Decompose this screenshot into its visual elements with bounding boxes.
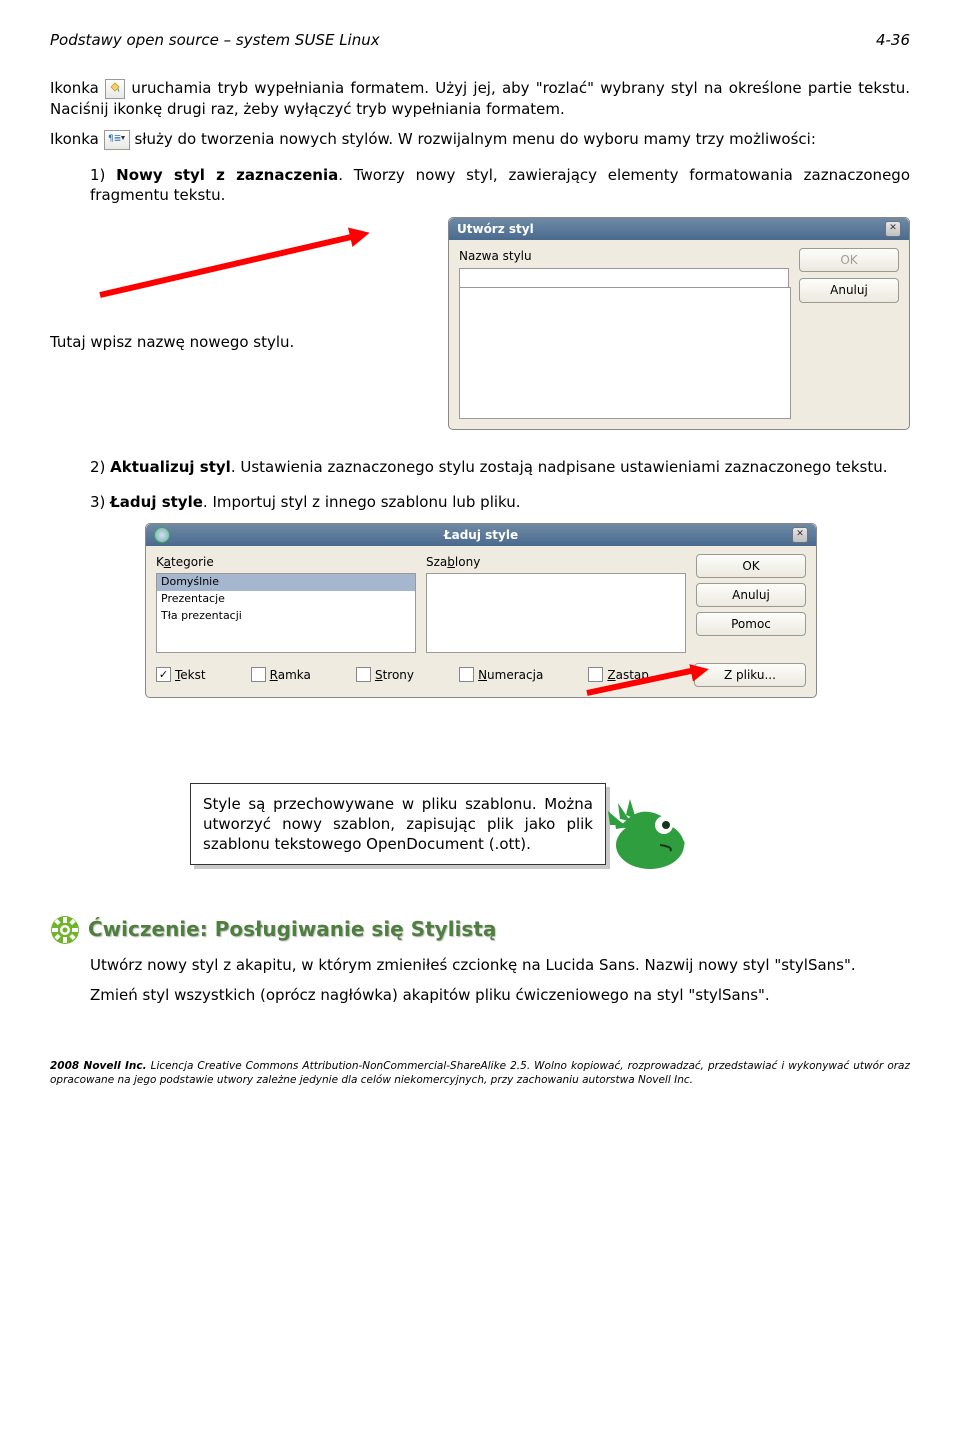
p2-text-a: Ikonka [50, 130, 104, 148]
dialog2-title: Ładuj style [176, 527, 786, 543]
li2-bold: Aktualizuj styl [110, 458, 231, 476]
chameleon-mascot-icon [600, 795, 695, 875]
cancel-button[interactable]: Anuluj [799, 278, 899, 302]
checkbox-icon [251, 667, 266, 682]
load-styles-dialog: Ładuj style ✕ Kategorie Domyślnie Prezen… [145, 523, 817, 699]
page-header: Podstawy open source – system SUSE Linux… [50, 30, 910, 50]
list-item[interactable]: Prezentacje [157, 591, 415, 608]
li3-rest: . Importuj styl z innego szablonu lub pl… [203, 493, 521, 511]
ok-button[interactable]: OK [696, 554, 806, 578]
help-button[interactable]: Pomoc [696, 612, 806, 636]
dialog2-titlebar: Ładuj style ✕ [146, 524, 816, 546]
create-style-dialog: Utwórz styl ✕ Nazwa stylu OK Anuluj [448, 217, 910, 430]
list-item-1: 1) Nowy styl z zaznaczenia. Tworzy nowy … [90, 165, 910, 206]
p1-text-a: Ikonka [50, 79, 105, 97]
close-icon[interactable]: ✕ [885, 221, 901, 237]
list-item-3: 3) Ładuj style. Importuj styl z innego s… [90, 492, 910, 512]
checkbox-icon [588, 667, 603, 682]
footer-text: Licencja Creative Commons Attribution-No… [50, 1060, 910, 1086]
style-list[interactable] [459, 287, 791, 419]
list-item-2: 2) Aktualizuj styl. Ustawienia zaznaczon… [90, 457, 910, 477]
exercise-title: Ćwiczenie: Posługiwanie się Stylistą [88, 916, 496, 943]
arrow-annotation-1 [100, 292, 360, 298]
paragraph-1: Ikonka uruchamia tryb wypełniania format… [50, 78, 910, 119]
footer: 2008 Novell Inc. Licencja Creative Commo… [50, 1060, 910, 1087]
dialog1-title: Utwórz styl [457, 221, 534, 237]
dialog2-system-icon [154, 527, 170, 543]
note-row: Style są przechowywane w pliku szablonu.… [190, 783, 910, 875]
categories-label: Kategorie [156, 554, 416, 570]
style-name-label: Nazwa stylu [459, 248, 789, 264]
header-page: 4-36 [876, 30, 910, 50]
categories-list[interactable]: Domyślnie Prezentacje Tła prezentacji [156, 573, 416, 653]
exercise-section: Ćwiczenie: Posługiwanie się Stylistą Utw… [90, 915, 910, 1006]
header-title: Podstawy open source – system SUSE Linux [50, 30, 380, 50]
frame-checkbox[interactable]: Ramka [251, 667, 311, 683]
exercise-p1: Utwórz nowy styl z akapitu, w którym zmi… [90, 955, 910, 975]
paragraph-2: Ikonka ¶≣ służy do tworzenia nowych styl… [50, 129, 910, 150]
exercise-header: Ćwiczenie: Posługiwanie się Stylistą [50, 915, 910, 945]
li2-rest: . Ustawienia zaznaczonego stylu zostają … [231, 458, 888, 476]
list-item[interactable]: Tła prezentacji [157, 608, 415, 625]
li1-label: 1) [90, 166, 116, 184]
caption-1: Tutaj wpisz nazwę nowego stylu. [50, 332, 294, 352]
close-icon[interactable]: ✕ [792, 527, 808, 543]
p2-text-b: służy do tworzenia nowych stylów. W rozw… [134, 130, 815, 148]
new-style-dropdown-icon: ¶≣ [104, 130, 130, 150]
style-name-input[interactable] [459, 268, 789, 288]
templates-label: Szablony [426, 554, 686, 570]
note-box: Style są przechowywane w pliku szablonu.… [190, 783, 606, 866]
p1-text-b: uruchamia tryb wypełniania formatem. Uży… [50, 79, 910, 118]
numbering-checkbox[interactable]: Numeracja [459, 667, 543, 683]
checkbox-icon [459, 667, 474, 682]
dialog2-area: Ładuj style ✕ Kategorie Domyślnie Prezen… [145, 523, 815, 733]
cancel-button[interactable]: Anuluj [696, 583, 806, 607]
footer-bold: 2008 Novell Inc. [50, 1060, 147, 1072]
exercise-p2: Zmień styl wszystkich (oprócz nagłówka) … [90, 985, 910, 1005]
pages-checkbox[interactable]: Strony [356, 667, 414, 683]
checkbox-icon [356, 667, 371, 682]
from-file-button[interactable]: Z pliku... [694, 663, 806, 687]
templates-list[interactable] [426, 573, 686, 653]
ok-button[interactable]: OK [799, 248, 899, 272]
arrow-annotation-2 [587, 690, 697, 696]
li3-label: 3) [90, 493, 110, 511]
svg-text:¶≣: ¶≣ [108, 134, 121, 144]
checkbox-icon: ✓ [156, 667, 171, 682]
li1-bold: Nowy styl z zaznaczenia [116, 166, 338, 184]
text-checkbox[interactable]: ✓Tekst [156, 667, 206, 683]
li2-label: 2) [90, 458, 110, 476]
dialog1-titlebar: Utwórz styl ✕ [449, 218, 909, 240]
dialog1-area: Utwórz styl ✕ Nazwa stylu OK Anuluj Tuta… [50, 217, 910, 427]
list-item[interactable]: Domyślnie [157, 574, 415, 591]
gear-icon [50, 915, 80, 945]
bucket-icon [105, 79, 125, 99]
li3-bold: Ładuj style [110, 493, 203, 511]
